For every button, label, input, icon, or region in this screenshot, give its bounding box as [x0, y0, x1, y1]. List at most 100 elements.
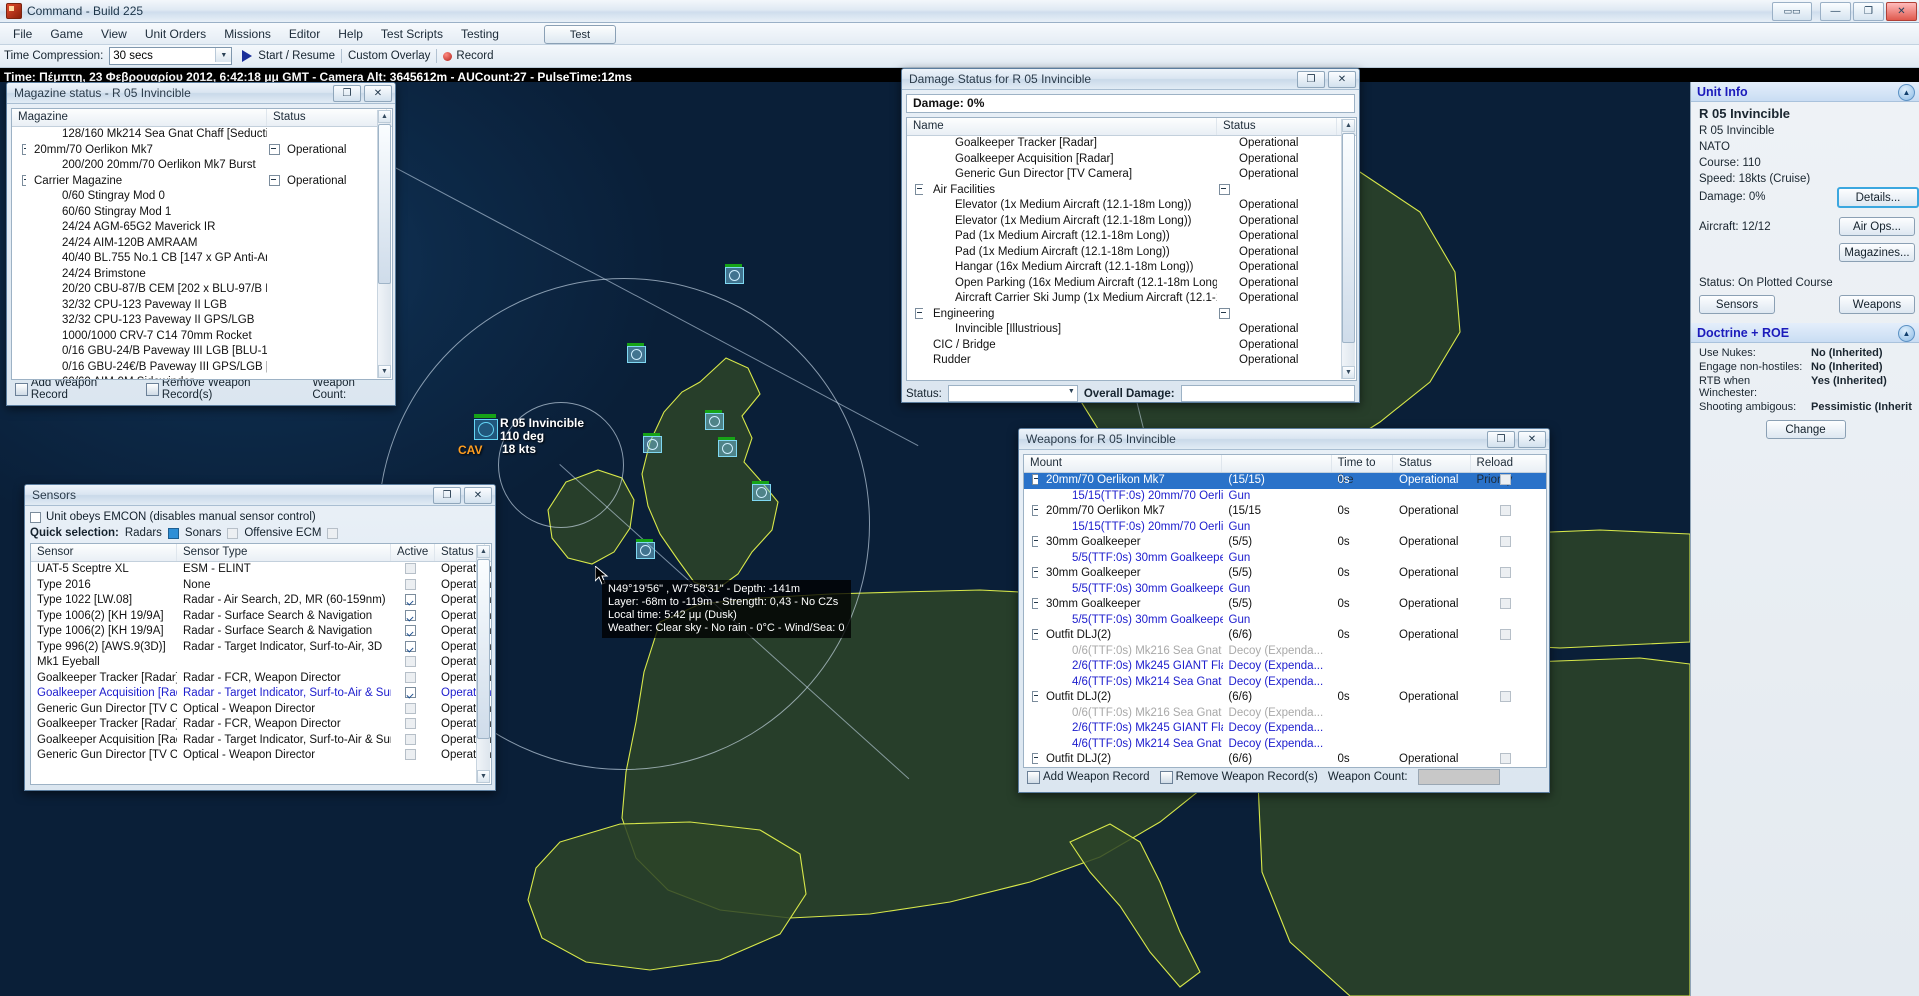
- weapon-reload-priority[interactable]: [1470, 520, 1546, 536]
- table-row[interactable]: 5/5(TTF:0s) 30mm Goalkeeper BurstGun: [1024, 551, 1546, 567]
- table-row[interactable]: 20mm/70 Oerlikon Mk7(15/15)0sOperational: [1024, 473, 1546, 489]
- tree-expander-icon[interactable]: [22, 144, 26, 155]
- table-row[interactable]: 30mm Goalkeeper(5/5)0sOperational: [1024, 535, 1546, 551]
- damage-restore-button[interactable]: ❐: [1297, 71, 1325, 88]
- reload-priority-checkbox[interactable]: [1500, 691, 1511, 702]
- test-button[interactable]: Test: [544, 25, 616, 44]
- reload-priority-checkbox[interactable]: [1500, 598, 1511, 609]
- reload-priority-checkbox[interactable]: [1500, 505, 1511, 516]
- play-icon[interactable]: [242, 50, 252, 62]
- tree-expander-icon[interactable]: [269, 175, 280, 186]
- quick-ecm-checkbox[interactable]: [327, 528, 338, 539]
- weapon-reload-priority[interactable]: [1470, 613, 1546, 629]
- weapon-reload-priority[interactable]: [1470, 551, 1546, 567]
- sensor-active-checkbox[interactable]: [405, 656, 416, 667]
- tree-expander-icon[interactable]: [1032, 474, 1038, 485]
- map-contact[interactable]: [752, 484, 771, 501]
- table-row[interactable]: Goalkeeper Tracker [Radar]Operational: [907, 136, 1356, 152]
- reload-priority-checkbox[interactable]: [1500, 629, 1511, 640]
- weapon-reload-priority[interactable]: [1470, 644, 1546, 660]
- sensor-active-cell[interactable]: [391, 733, 435, 749]
- table-row[interactable]: 60/60 Stingray Mod 1: [12, 205, 392, 221]
- table-row[interactable]: Goalkeeper Acquisition [Radar]Radar - Ta…: [31, 686, 491, 702]
- tree-expander-icon[interactable]: [1032, 753, 1038, 764]
- table-row[interactable]: Open Parking (16x Medium Aircraft (12.1-…: [907, 276, 1356, 292]
- weapon-reload-priority[interactable]: [1470, 752, 1546, 768]
- menu-view[interactable]: View: [92, 25, 136, 43]
- damage-window-titlebar[interactable]: Damage Status for R 05 Invincible ❐ ✕: [902, 69, 1359, 90]
- table-row[interactable]: 20mm/70 Oerlikon Mk7Operational: [12, 143, 392, 159]
- table-row[interactable]: Invincible [Illustrious]Operational: [907, 322, 1356, 338]
- weapon-reload-priority[interactable]: [1470, 721, 1546, 737]
- magazine-restore-button[interactable]: ❐: [333, 85, 361, 102]
- magazine-scroll-thumb[interactable]: [378, 124, 391, 284]
- sensors-window[interactable]: Sensors ❐ ✕ Unit obeys EMCON (disables m…: [24, 484, 496, 791]
- menu-help[interactable]: Help: [329, 25, 372, 43]
- sensor-active-checkbox[interactable]: [405, 703, 416, 714]
- weapons-restore-button[interactable]: ❐: [1487, 431, 1515, 448]
- weapon-reload-priority[interactable]: [1470, 597, 1546, 613]
- table-row[interactable]: 128/160 Mk214 Sea Gnat Chaff [Seduction]: [12, 127, 392, 143]
- table-row[interactable]: 200/200 20mm/70 Oerlikon Mk7 Burst: [12, 158, 392, 174]
- table-row[interactable]: 1000/1000 CRV-7 C14 70mm Rocket: [12, 329, 392, 345]
- tree-expander-icon[interactable]: [1032, 505, 1038, 516]
- table-row[interactable]: 15/15(TTF:0s) 20mm/70 Oerlikon Mk7 Burst…: [1024, 520, 1546, 536]
- table-row[interactable]: UAT-5 Sceptre XLESM - ELINTOperational: [31, 562, 491, 578]
- weapon-reload-priority[interactable]: [1470, 473, 1546, 489]
- table-row[interactable]: Generic Gun Director [TV Camera]Operatio…: [907, 167, 1356, 183]
- weapons-button[interactable]: Weapons: [1839, 295, 1915, 314]
- table-row[interactable]: Type 1022 [LW.08]Radar - Air Search, 2D,…: [31, 593, 491, 609]
- table-row[interactable]: 2/6(TTF:0s) Mk245 GIANT FlareDecoy (Expe…: [1024, 721, 1546, 737]
- weapons-add-weapon-record[interactable]: Add Weapon Record: [1027, 771, 1150, 784]
- sensors-close-button[interactable]: ✕: [464, 487, 492, 504]
- sensor-active-cell[interactable]: [391, 562, 435, 578]
- table-row[interactable]: Pad (1x Medium Aircraft (12.1-18m Long))…: [907, 245, 1356, 261]
- emcon-checkbox[interactable]: [30, 512, 41, 523]
- sensor-active-cell[interactable]: [391, 686, 435, 702]
- sensor-active-cell[interactable]: [391, 671, 435, 687]
- sensor-active-cell[interactable]: [391, 655, 435, 671]
- magazine-window-titlebar[interactable]: Magazine status - R 05 Invincible ❐ ✕: [7, 83, 395, 104]
- weapon-reload-priority[interactable]: [1470, 690, 1546, 706]
- reload-priority-checkbox[interactable]: [1500, 753, 1511, 764]
- map-contact[interactable]: [636, 542, 655, 559]
- magazine-remove-weapon-record[interactable]: Remove Weapon Record(s): [146, 377, 302, 401]
- magazine-add-weapon-record[interactable]: Add Weapon Record: [15, 377, 136, 401]
- weapon-reload-priority[interactable]: [1470, 659, 1546, 675]
- table-row[interactable]: Type 996(2) [AWS.9(3D)]Radar - Target In…: [31, 640, 491, 656]
- tree-expander-icon[interactable]: [915, 184, 923, 195]
- menu-file[interactable]: File: [4, 25, 41, 43]
- sensors-restore-button[interactable]: ❐: [433, 487, 461, 504]
- scroll-up-icon[interactable]: ▲: [1342, 119, 1355, 132]
- quick-radars-checkbox[interactable]: [168, 528, 179, 539]
- table-row[interactable]: 0/6(TTF:0s) Mk216 Sea Gnat Chaff [Dist..…: [1024, 706, 1546, 722]
- reload-priority-checkbox[interactable]: [1500, 536, 1511, 547]
- table-row[interactable]: 20mm/70 Oerlikon Mk7(15/150sOperational: [1024, 504, 1546, 520]
- sensor-active-checkbox[interactable]: [405, 625, 416, 636]
- magazine-scrollbar[interactable]: ▲ ▼: [377, 110, 391, 378]
- scroll-down-icon[interactable]: ▼: [477, 770, 490, 783]
- table-row[interactable]: Air Facilities: [907, 183, 1356, 199]
- tree-expander-icon[interactable]: [915, 308, 923, 319]
- weapon-reload-priority[interactable]: [1470, 737, 1546, 753]
- sensor-active-checkbox[interactable]: [405, 610, 416, 621]
- map-contact[interactable]: [627, 346, 646, 363]
- sensor-active-checkbox[interactable]: [405, 563, 416, 574]
- tree-expander-icon[interactable]: [1032, 629, 1038, 640]
- weapons-close-button[interactable]: ✕: [1518, 431, 1546, 448]
- sensor-active-cell[interactable]: [391, 748, 435, 764]
- magazine-table[interactable]: Magazine Status 128/160 Mk214 Sea Gnat C…: [11, 108, 393, 380]
- table-row[interactable]: Aircraft Carrier Ski Jump (1x Medium Air…: [907, 291, 1356, 307]
- map-contact[interactable]: [643, 436, 662, 453]
- menu-testing[interactable]: Testing: [452, 25, 508, 43]
- collapse-chevron-icon[interactable]: ▲: [1898, 84, 1915, 101]
- selected-unit-marker[interactable]: R 05 Invincible 110 deg 18 kts CAV: [474, 419, 498, 440]
- weapon-reload-priority[interactable]: [1470, 675, 1546, 691]
- table-row[interactable]: 15/15(TTF:0s) 20mm/70 Oerlikon Mk7 Burst…: [1024, 489, 1546, 505]
- damage-table[interactable]: Name Status Goalkeeper Tracker [Radar]Op…: [906, 117, 1357, 381]
- weapon-reload-priority[interactable]: [1470, 566, 1546, 582]
- menu-missions[interactable]: Missions: [215, 25, 280, 43]
- table-row[interactable]: Outfit DLJ(2)(6/6)0sOperational: [1024, 628, 1546, 644]
- menu-test-scripts[interactable]: Test Scripts: [372, 25, 452, 43]
- table-row[interactable]: Type 2016NoneOperational: [31, 578, 491, 594]
